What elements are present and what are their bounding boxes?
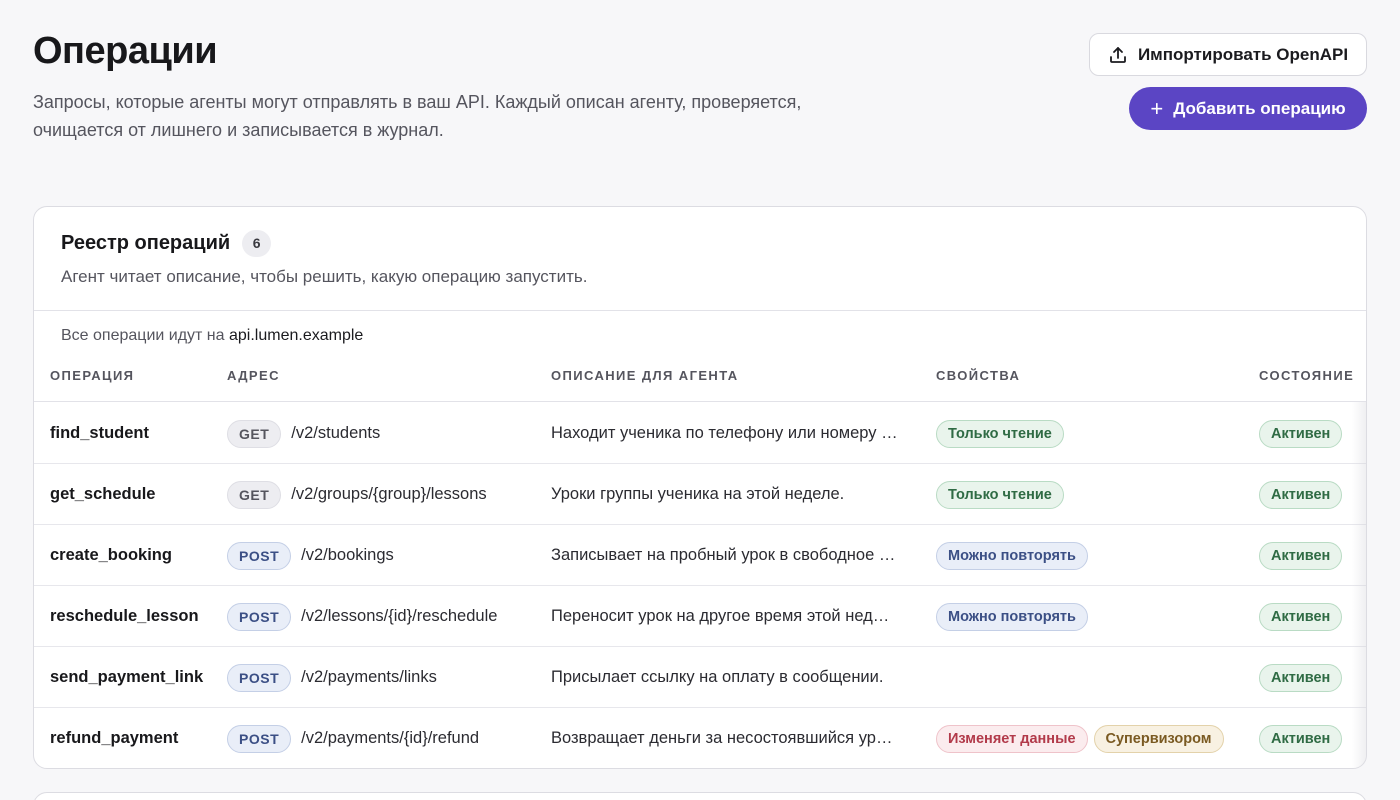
import-openapi-label: Импортировать OpenAPI — [1137, 44, 1349, 64]
registry-header: Реестр операций 6 Агент читает описание,… — [34, 207, 1366, 311]
endpoint-path: /v2/students — [291, 424, 381, 442]
properties-cell: Можно повторять — [936, 586, 1088, 647]
endpoint-path: /v2/lessons/{id}/reschedule — [301, 607, 498, 625]
operation-name: reschedule_lesson — [50, 607, 199, 625]
agent-description-cell: Присылает ссылку на оплату в сообщении. — [551, 647, 911, 708]
table-row[interactable]: send_payment_link POST/v2/payments/links П… — [34, 647, 1366, 708]
endpoint-path: /v2/payments/links — [301, 668, 437, 686]
registry-title: Реестр операций — [61, 231, 231, 254]
operations-registry-card: Реестр операций 6 Агент читает описание,… — [33, 206, 1367, 769]
http-method-badge: POST — [227, 724, 292, 753]
state-cell: Активен — [1259, 464, 1343, 525]
agent-description: Записывает на пробный урок в свободное … — [551, 546, 896, 564]
endpoint-path: /v2/groups/{group}/lessons — [291, 485, 487, 503]
operation-address: GET/v2/students — [227, 403, 380, 464]
host-prefix: Все операции идут на — [61, 327, 225, 344]
next-card — [33, 792, 1367, 800]
table-header: ОПЕРАЦИЯ АДРЕС ОПИСАНИЕ ДЛЯ АГЕНТА СВОЙС… — [34, 367, 1366, 402]
agent-description: Находит ученика по телефону или номеру … — [551, 424, 898, 442]
page-description: Запросы, которые агенты могут отправлять… — [33, 92, 802, 140]
column-header-operation: ОПЕРАЦИЯ — [50, 368, 135, 383]
page-title: Операции — [33, 30, 218, 72]
agent-description-cell: Записывает на пробный урок в свободное … — [551, 525, 911, 586]
operation-name: refund_payment — [50, 729, 179, 747]
http-method-badge: GET — [227, 419, 282, 448]
operation-address: POST/v2/lessons/{id}/reschedule — [227, 586, 497, 647]
agent-description-cell: Находит ученика по телефону или номеру … — [551, 403, 911, 464]
http-method-badge: POST — [227, 541, 292, 570]
column-header-description: ОПИСАНИЕ ДЛЯ АГЕНТА — [551, 368, 739, 383]
agent-description: Возвращает деньги за несостоявшийся ур… — [551, 729, 893, 747]
table-row[interactable]: get_schedule GET/v2/groups/{group}/lesson… — [34, 464, 1366, 525]
property-badge: Только чтение — [936, 480, 1064, 509]
properties-cell: Изменяет данные Супервизором — [936, 708, 1224, 768]
property-badge: Изменяет данные — [936, 724, 1088, 753]
status-badge: Активен — [1259, 663, 1343, 692]
http-method-badge: POST — [227, 602, 292, 631]
state-cell: Активен — [1259, 708, 1343, 768]
state-cell: Активен — [1259, 586, 1343, 647]
add-operation-button[interactable]: + Добавить операцию — [1129, 87, 1367, 130]
http-method-badge: POST — [227, 663, 292, 692]
properties-cell: Только чтение — [936, 403, 1064, 464]
http-method-badge: GET — [227, 480, 282, 509]
operation-address: GET/v2/groups/{group}/lessons — [227, 464, 487, 525]
property-badge: Только чтение — [936, 419, 1064, 448]
agent-description-cell: Уроки группы ученика на этой неделе. — [551, 464, 911, 525]
table-row[interactable]: refund_payment POST/v2/payments/{id}/refu… — [34, 708, 1366, 768]
table-row[interactable]: find_student GET/v2/students Находит учени… — [34, 403, 1366, 464]
operation-name: find_student — [50, 424, 149, 442]
agent-description-cell: Переносит урок на другое время этой нед… — [551, 586, 911, 647]
agent-description: Присылает ссылку на оплату в сообщении. — [551, 668, 884, 686]
operation-address: POST/v2/bookings — [227, 525, 394, 586]
endpoint-path: /v2/bookings — [301, 546, 394, 564]
state-cell: Активен — [1259, 403, 1343, 464]
count-badge: 6 — [242, 229, 272, 257]
state-cell: Активен — [1259, 647, 1343, 708]
column-header-properties: СВОЙСТВА — [936, 368, 1021, 383]
property-badge: Можно повторять — [936, 602, 1088, 631]
property-badge: Супервизором — [1093, 724, 1224, 753]
operation-name: create_booking — [50, 546, 172, 564]
horizontal-scroll-shadow — [1352, 402, 1366, 768]
table-row[interactable]: create_booking POST/v2/bookings Записывает… — [34, 525, 1366, 586]
column-header-address: АДРЕС — [227, 368, 280, 383]
status-badge: Активен — [1259, 724, 1343, 753]
status-badge: Активен — [1259, 480, 1343, 509]
agent-description: Переносит урок на другое время этой нед… — [551, 607, 890, 625]
property-badge: Можно повторять — [936, 541, 1088, 570]
table-row[interactable]: reschedule_lesson POST/v2/lessons/{id}/re… — [34, 586, 1366, 647]
column-header-state: СОСТОЯНИЕ — [1259, 368, 1355, 383]
host-row: Все операции идут на api.lumen.example — [61, 327, 363, 345]
registry-subtitle: Агент читает описание, чтобы решить, как… — [61, 267, 588, 286]
properties-cell: Только чтение — [936, 464, 1064, 525]
agent-description-cell: Возвращает деньги за несостоявшийся ур… — [551, 708, 911, 768]
endpoint-path: /v2/payments/{id}/refund — [301, 729, 480, 747]
status-badge: Активен — [1259, 541, 1343, 570]
operation-name: send_payment_link — [50, 668, 204, 686]
status-badge: Активен — [1259, 602, 1343, 631]
state-cell: Активен — [1259, 525, 1343, 586]
operation-name: get_schedule — [50, 485, 156, 503]
agent-description: Уроки группы ученика на этой неделе. — [551, 485, 845, 503]
import-openapi-button[interactable]: Импортировать OpenAPI — [1089, 33, 1367, 76]
plus-icon: + — [1150, 95, 1164, 121]
status-badge: Активен — [1259, 419, 1343, 448]
upload-icon — [1110, 46, 1126, 63]
properties-cell: Можно повторять — [936, 525, 1088, 586]
add-operation-label: Добавить операцию — [1173, 98, 1346, 118]
operation-address: POST/v2/payments/links — [227, 647, 437, 708]
host-value: api.lumen.example — [229, 327, 364, 344]
operation-address: POST/v2/payments/{id}/refund — [227, 708, 480, 768]
